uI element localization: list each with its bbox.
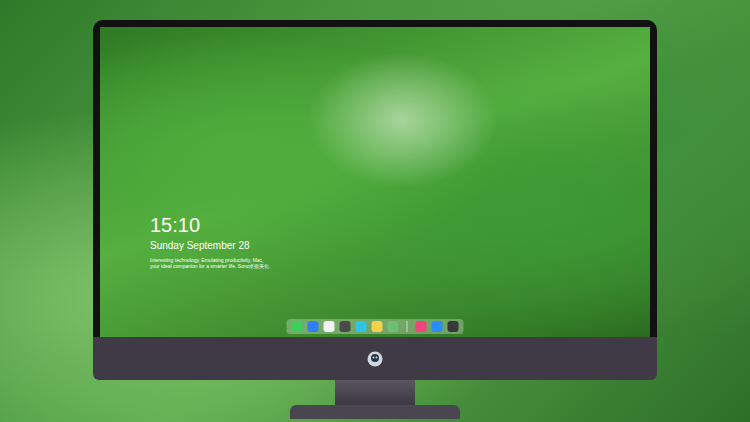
dock-app-icon[interactable] xyxy=(324,321,335,332)
dock-app-icon[interactable] xyxy=(448,321,459,332)
dock-app-icon[interactable] xyxy=(308,321,319,332)
dock-app-icon[interactable] xyxy=(340,321,351,332)
dock-app-icon[interactable] xyxy=(372,321,383,332)
lock-clock: 15:10 Sunday September 28 Interesting tech… xyxy=(150,213,270,269)
wallpaper xyxy=(100,27,650,337)
monitor-chin xyxy=(93,337,657,380)
dock-separator xyxy=(407,321,408,332)
brand-logo-icon xyxy=(367,351,383,367)
dock xyxy=(287,319,464,334)
tagline: Interesting technology, Emulating produc… xyxy=(150,257,270,269)
monitor-stand xyxy=(335,380,415,405)
clock-time: 15:10 xyxy=(150,213,270,237)
dock-app-icon[interactable] xyxy=(292,321,303,332)
monitor-bezel: 15:10 Sunday September 28 Interesting tech… xyxy=(93,20,657,337)
dock-app-icon[interactable] xyxy=(432,321,443,332)
dock-app-icon[interactable] xyxy=(416,321,427,332)
monitor-base xyxy=(290,405,460,419)
backdrop: 15:10 Sunday September 28 Interesting tech… xyxy=(0,0,750,422)
dock-app-icon[interactable] xyxy=(356,321,367,332)
screen: 15:10 Sunday September 28 Interesting tech… xyxy=(100,27,650,337)
dock-app-icon[interactable] xyxy=(388,321,399,332)
monitor: 15:10 Sunday September 28 Interesting tech… xyxy=(93,20,657,422)
clock-date: Sunday September 28 xyxy=(150,239,270,253)
